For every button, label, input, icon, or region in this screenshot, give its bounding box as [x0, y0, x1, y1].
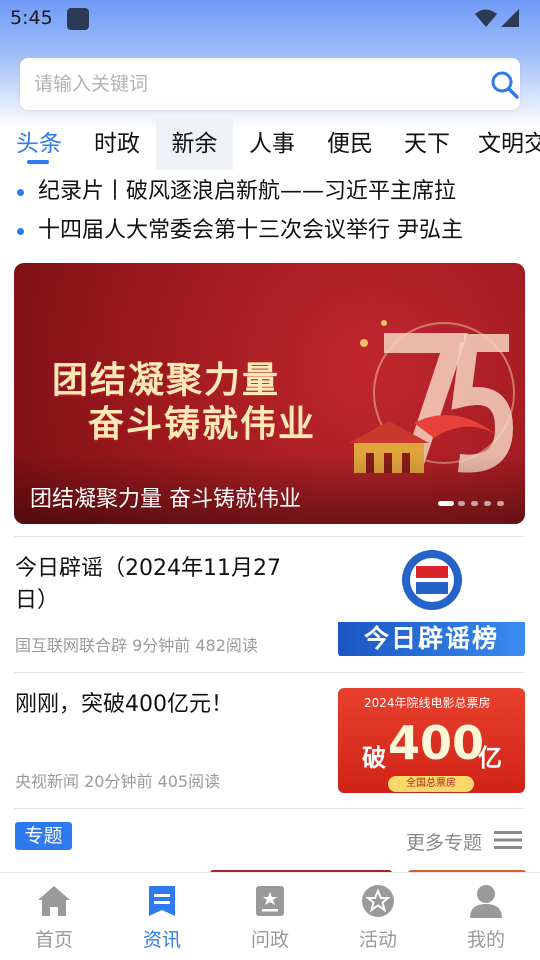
news-thumbnail: 今日辟谣榜 — [338, 548, 525, 658]
category-tabs: 头条 时政 新余 人事 便民 天下 文明交 — [0, 118, 540, 170]
tab-xinyu[interactable]: 新余 — [156, 118, 233, 170]
thumbnail-banner-text: 今日辟谣榜 — [338, 622, 525, 656]
search-input[interactable] — [34, 58, 454, 110]
news-meta: 国互联网联合辟 9分钟前 482阅读 — [15, 636, 258, 655]
notification-app-icon — [67, 8, 89, 30]
star-badge-icon — [362, 885, 394, 917]
carousel-dot — [497, 501, 504, 506]
status-time: 5:45 — [10, 7, 53, 29]
menu-icon[interactable] — [494, 830, 522, 850]
tab-civilization[interactable]: 文明交 — [478, 118, 540, 170]
bullet-dot — [17, 189, 24, 196]
tab-personnel[interactable]: 人事 — [242, 118, 302, 170]
nav-label: 问政 — [250, 929, 289, 951]
news-icon — [149, 886, 175, 916]
wifi-icon — [475, 9, 497, 27]
banner-caption: 团结凝聚力量 奋斗铸就伟业 — [30, 487, 301, 512]
bottom-navigation: 首页 资讯 问政 活动 我的 — [0, 872, 540, 960]
ticker-text: 十四届人大常委会第十三次会议举行 尹弘主 — [38, 218, 463, 243]
thumbnail-unit: 亿 — [478, 744, 502, 772]
nav-label: 我的 — [466, 929, 505, 951]
nav-news[interactable]: 资讯 — [122, 873, 202, 960]
search-bar[interactable] — [20, 58, 520, 110]
news-thumbnail: 2024年院线电影总票房 破 400 亿 全国总票房 — [338, 688, 525, 793]
ticker-text: 纪录片丨破风逐浪启新航——习近平主席拉 — [38, 179, 457, 204]
home-icon — [38, 886, 70, 916]
nav-label: 资讯 — [142, 929, 181, 951]
news-title: 刚刚，突破400亿元！ — [15, 692, 233, 717]
thumbnail-caption: 2024年院线电影总票房 — [364, 696, 491, 710]
thumbnail-number: 400 — [388, 716, 485, 770]
carousel-dot — [471, 501, 478, 506]
nav-label: 首页 — [34, 929, 73, 951]
tab-politics[interactable]: 时政 — [87, 118, 147, 170]
carousel-dot — [484, 501, 491, 506]
signal-icon — [501, 9, 519, 27]
nav-label: 活动 — [358, 929, 397, 951]
ticker-item[interactable]: 纪录片丨破风逐浪启新航——习近平主席拉 — [0, 172, 540, 212]
nav-inquiry[interactable]: 问政 — [230, 873, 310, 960]
news-meta: 央视新闻 20分钟前 405阅读 — [15, 772, 221, 791]
featured-banner[interactable]: 团结凝聚力量 奋斗铸就伟业 团结凝聚力量 奋斗铸就伟业 — [14, 263, 525, 524]
user-icon — [470, 885, 502, 918]
nav-activities[interactable]: 活动 — [338, 873, 418, 960]
ticker-item[interactable]: 十四届人大常委会第十三次会议举行 尹弘主 — [0, 211, 540, 251]
divider — [14, 808, 525, 809]
nav-profile[interactable]: 我的 — [446, 873, 526, 960]
search-icon[interactable] — [490, 70, 520, 100]
topics-badge: 专题 — [15, 822, 72, 850]
rumor-refutation-logo — [402, 550, 462, 610]
banner-headline-line2: 奋斗铸就伟业 — [88, 404, 317, 445]
carousel-dot-active — [438, 501, 454, 506]
tab-convenience[interactable]: 便民 — [320, 118, 380, 170]
thumbnail-footer: 全国总票房 — [388, 776, 474, 792]
nav-home[interactable]: 首页 — [14, 873, 94, 960]
bullet-dot — [17, 228, 24, 235]
inquiry-icon — [256, 886, 284, 916]
carousel-dot — [458, 501, 465, 506]
active-tab-indicator — [27, 160, 49, 164]
status-bar: 5:45 — [0, 0, 540, 36]
news-title: 今日辟谣（2024年11月27日） — [15, 556, 281, 613]
divider — [14, 536, 525, 537]
tab-world[interactable]: 天下 — [397, 118, 457, 170]
thumbnail-prefix: 破 — [362, 744, 386, 772]
divider — [14, 672, 525, 673]
more-topics-link[interactable]: 更多专题 — [406, 828, 482, 855]
